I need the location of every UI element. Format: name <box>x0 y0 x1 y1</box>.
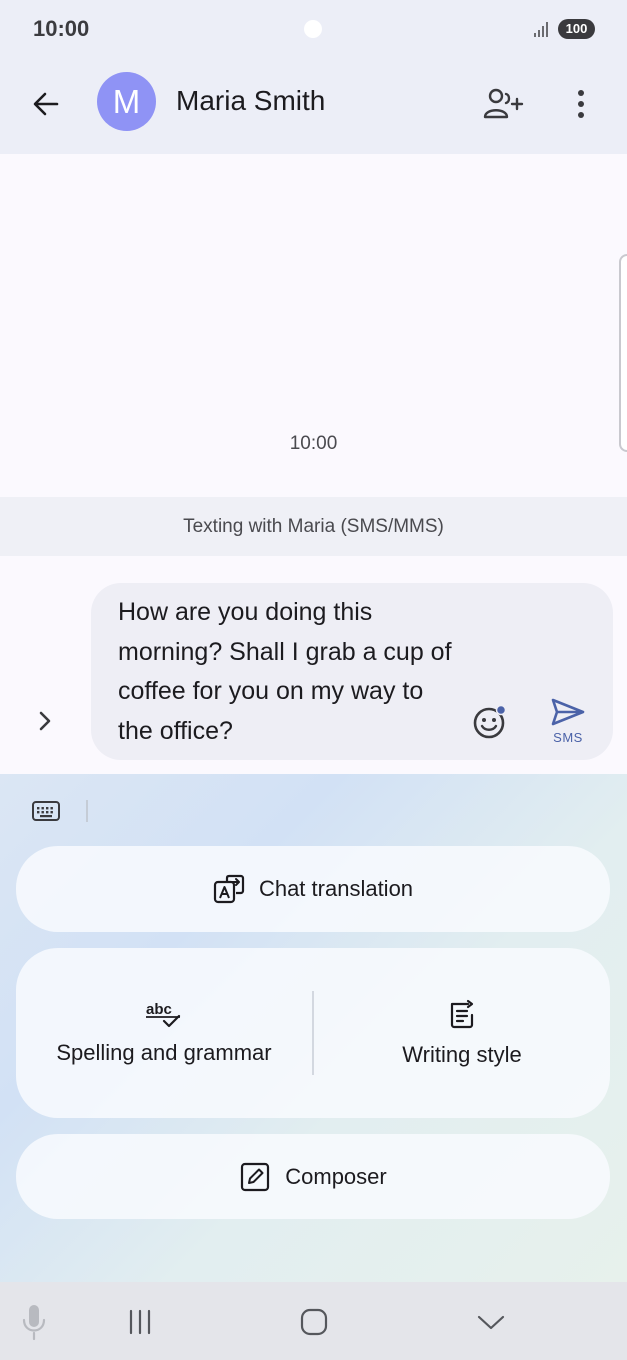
back-button[interactable] <box>24 82 68 126</box>
message-timestamp: 10:00 <box>289 433 338 454</box>
composer-button[interactable]: Composer <box>16 1134 610 1219</box>
writing-style-button[interactable]: Writing style <box>314 948 610 1118</box>
writing-tools-group: abc Spelling and grammar Writing style <box>16 948 610 1118</box>
chat-translation-label: Chat translation <box>258 876 414 901</box>
compose-area: How are you doing this morning? Shall I … <box>0 556 627 774</box>
more-options-button[interactable] <box>566 82 596 126</box>
home-button[interactable] <box>295 1302 333 1342</box>
hide-keyboard-icon <box>477 1315 505 1330</box>
message-input-text[interactable]: How are you doing this morning? Shall I … <box>118 593 463 751</box>
spelling-grammar-label: Spelling and grammar <box>56 1040 272 1065</box>
add-contact-icon <box>483 88 524 119</box>
battery-indicator: 100 <box>558 19 595 39</box>
toolbar-divider <box>86 800 88 822</box>
conversation-view[interactable]: 10:00 <box>0 154 627 497</box>
contact-name[interactable]: Maria Smith <box>176 85 325 117</box>
expand-options-button[interactable] <box>30 706 60 736</box>
keyboard-button[interactable] <box>30 798 62 824</box>
add-contact-button[interactable] <box>480 82 528 126</box>
send-icon <box>551 698 585 726</box>
svg-text:abc: abc <box>146 1001 172 1018</box>
signal-icon <box>534 22 548 37</box>
chat-translation-button[interactable]: Chat translation <box>16 846 610 932</box>
spellcheck-icon: abc <box>146 1001 181 1028</box>
status-time: 10:00 <box>33 16 90 41</box>
chevron-right-icon <box>39 711 51 731</box>
emoji-button[interactable] <box>471 703 509 741</box>
spelling-grammar-button[interactable]: abc Spelling and grammar <box>16 948 312 1118</box>
home-icon <box>300 1308 328 1336</box>
recents-icon <box>129 1309 151 1335</box>
send-type-label: SMS <box>553 730 583 745</box>
mic-icon <box>22 1305 46 1341</box>
send-button[interactable]: SMS <box>546 697 590 747</box>
avatar[interactable]: M <box>97 72 156 131</box>
voice-input-button[interactable] <box>18 1302 50 1342</box>
edit-icon <box>241 1162 270 1191</box>
message-input[interactable]: How are you doing this morning? Shall I … <box>91 583 613 760</box>
system-navigation-bar <box>0 1282 627 1360</box>
status-bar: 10:00 100 <box>0 0 627 56</box>
back-arrow-icon <box>33 92 59 116</box>
recents-button[interactable] <box>122 1302 158 1342</box>
more-vert-icon <box>578 90 584 118</box>
emoji-icon <box>473 704 507 739</box>
writing-style-icon <box>450 999 474 1029</box>
scroll-handle[interactable] <box>619 254 627 452</box>
writing-assist-panel: Chat translation abc Spelling and gramma… <box>0 774 627 1282</box>
conversation-header: M Maria Smith <box>0 56 627 154</box>
keyboard-icon <box>32 801 60 821</box>
translate-icon <box>213 874 245 904</box>
camera-cutout <box>304 20 322 38</box>
hide-keyboard-button[interactable] <box>472 1302 510 1342</box>
texting-mode-banner: Texting with Maria (SMS/MMS) <box>0 497 627 556</box>
writing-style-label: Writing style <box>402 1042 522 1067</box>
composer-label: Composer <box>285 1163 387 1189</box>
